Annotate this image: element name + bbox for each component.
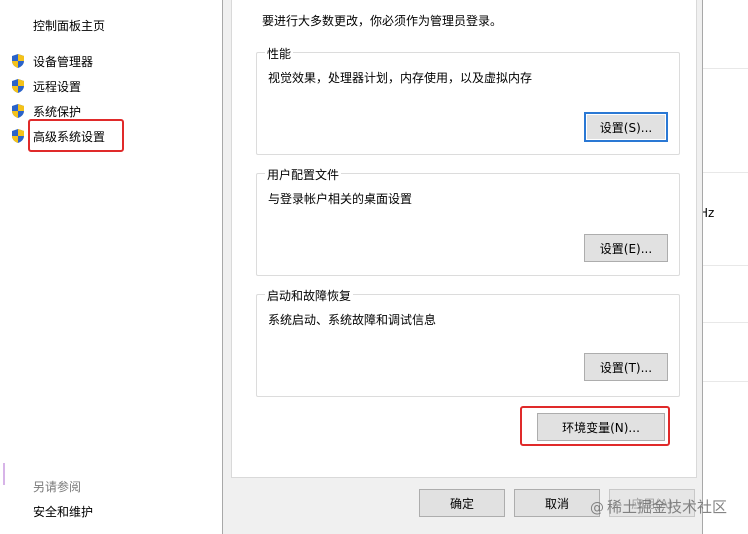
startup-recovery-group: 启动和故障恢复 系统启动、系统故障和调试信息 设置(T)... <box>256 287 680 397</box>
left-edge-marker <box>3 463 5 485</box>
sidebar-item-label: 系统保护 <box>33 104 82 119</box>
performance-description: 视觉效果，处理器计划，内存使用，以及虚拟内存 <box>268 71 533 85</box>
uac-shield-icon <box>10 78 26 94</box>
environment-variables-button[interactable]: 环境变量(N)... <box>537 413 665 441</box>
user-profiles-description: 与登录帐户相关的桌面设置 <box>268 192 413 206</box>
advanced-tab-page: 要进行大多数更改，你必须作为管理员登录。 性能 视觉效果，处理器计划，内存使用，… <box>231 0 697 478</box>
performance-group: 性能 视觉效果，处理器计划，内存使用，以及虚拟内存 设置(S)... <box>256 45 680 155</box>
user-profiles-group-title: 用户配置文件 <box>265 166 342 183</box>
sidebar-item-label: 远程设置 <box>33 79 82 94</box>
divider <box>703 322 748 323</box>
sidebar-item-system-protection[interactable]: 系统保护 <box>10 101 81 121</box>
startup-recovery-group-title: 启动和故障恢复 <box>265 287 354 304</box>
sidebar-item-label: 高级系统设置 <box>33 129 106 144</box>
sidebar-item-remote-settings[interactable]: 远程设置 <box>10 76 81 96</box>
divider <box>703 265 748 266</box>
see-also-heading: 另请参阅 <box>33 480 82 494</box>
user-profiles-group: 用户配置文件 与登录帐户相关的桌面设置 设置(E)... <box>256 166 680 276</box>
control-panel-sidebar: 控制面板主页 设备管理器 远程设置 系统保护 高级系统设置 另请参阅 安全和维护 <box>0 0 222 534</box>
background-window-strip <box>703 0 748 534</box>
divider <box>703 381 748 382</box>
ok-button[interactable]: 确定 <box>419 489 505 517</box>
uac-shield-icon <box>10 53 26 69</box>
startup-recovery-description: 系统启动、系统故障和调试信息 <box>268 313 437 327</box>
cancel-button[interactable]: 取消 <box>514 489 600 517</box>
startup-recovery-settings-button[interactable]: 设置(T)... <box>584 353 668 381</box>
performance-settings-button[interactable]: 设置(S)... <box>584 112 668 142</box>
apply-button[interactable]: 应用(A) <box>609 489 695 517</box>
admin-notice: 要进行大多数更改，你必须作为管理员登录。 <box>262 14 503 28</box>
divider <box>703 172 748 173</box>
control-panel-home-link[interactable]: 控制面板主页 <box>33 17 105 34</box>
sidebar-item-device-manager[interactable]: 设备管理器 <box>10 51 93 71</box>
system-properties-dialog: 要进行大多数更改，你必须作为管理员登录。 性能 视觉效果，处理器计划，内存使用，… <box>222 0 703 534</box>
security-maintenance-link[interactable]: 安全和维护 <box>33 503 93 520</box>
uac-shield-icon <box>10 128 26 144</box>
performance-group-title: 性能 <box>265 45 294 62</box>
divider <box>703 68 748 69</box>
uac-shield-icon <box>10 103 26 119</box>
user-profiles-settings-button[interactable]: 设置(E)... <box>584 234 668 262</box>
sidebar-item-advanced-system-settings[interactable]: 高级系统设置 <box>10 126 105 146</box>
sidebar-item-label: 设备管理器 <box>33 54 94 69</box>
